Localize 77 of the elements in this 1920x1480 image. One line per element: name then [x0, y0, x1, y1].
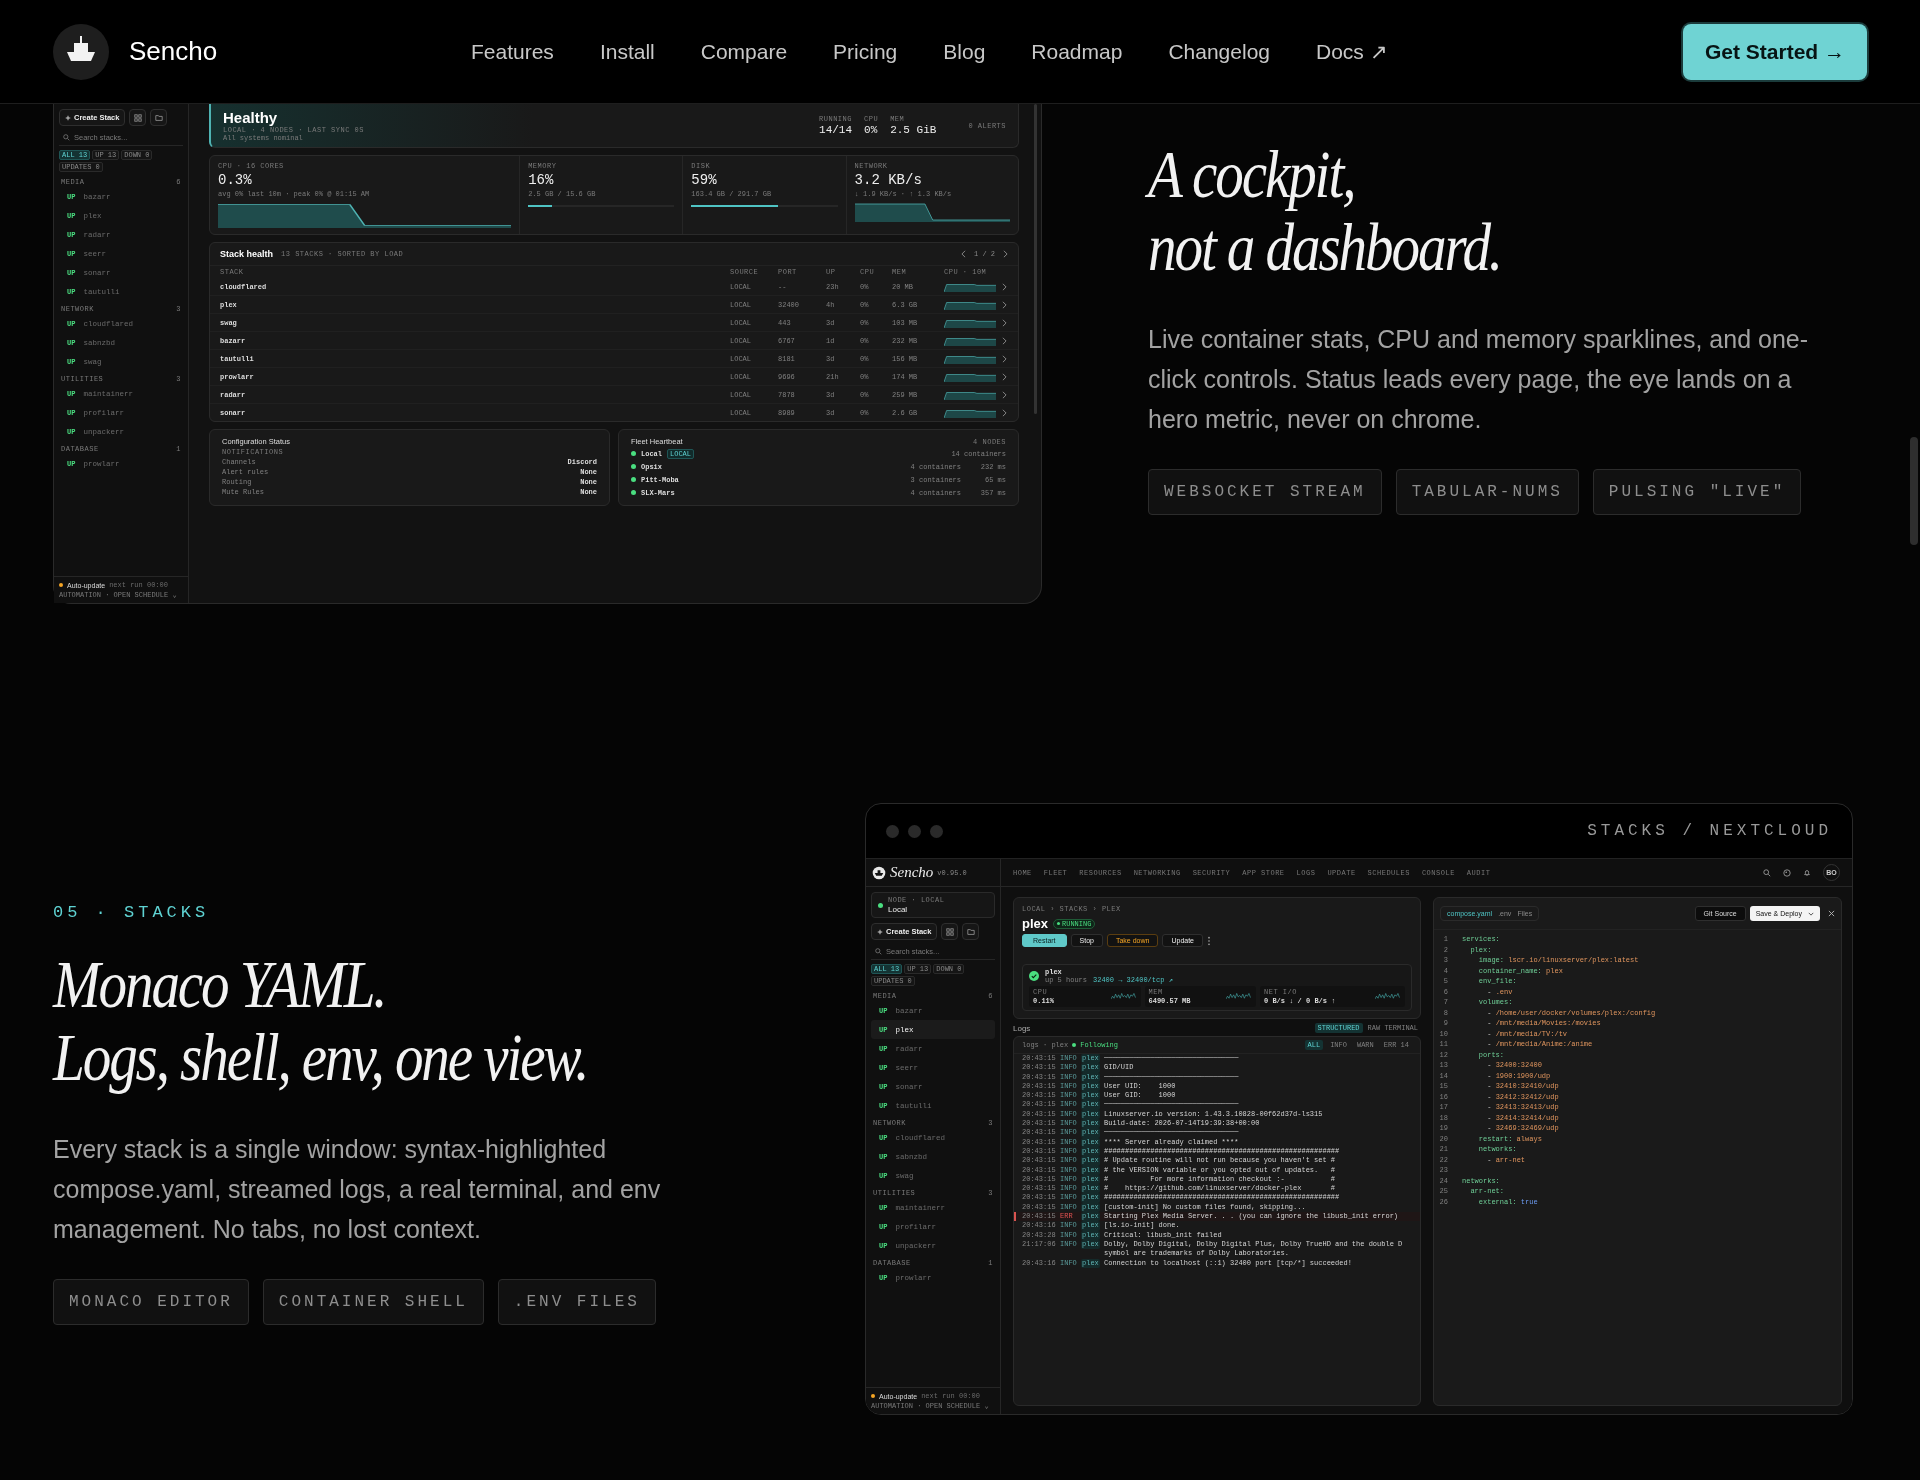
status-dot [631, 477, 636, 482]
cpu-sparkline [944, 281, 996, 292]
section-body: Live container stats, CPU and memory sparklines, and one-click controls. Status leads every page, the eye lands on a hero metric, never on chrome. [1148, 323, 1810, 435]
next-icon[interactable] [1003, 250, 1008, 258]
search-icon[interactable] [1763, 868, 1771, 877]
cpu-sparkline [944, 335, 996, 346]
status-dot [631, 490, 636, 495]
plus-icon [877, 928, 883, 935]
metric-value: 16% [528, 172, 555, 188]
cpu-sparkline [944, 371, 996, 382]
status-dot [631, 464, 636, 469]
feature-tag: PULSING "LIVE" [1592, 468, 1802, 515]
metric-value: 59% [691, 172, 718, 188]
window-title: STACKS / NEXTCLOUD [1587, 822, 1832, 840]
close-icon[interactable] [1828, 910, 1835, 917]
cpu-sparkline [944, 407, 996, 418]
folder-button[interactable] [150, 109, 168, 126]
more-icon[interactable] [1207, 935, 1211, 946]
window-dot[interactable] [930, 824, 943, 838]
grid-icon [133, 113, 142, 122]
stat-value: 0% [864, 124, 879, 136]
section-body: Every stack is a single window: syntax-highlighted compose.yaml, streamed logs, a real terminal, and env management. No tabs, no lost context. [53, 1133, 662, 1245]
app-brand: Sencho [890, 864, 934, 881]
feature-tag: .ENV FILES [497, 1278, 656, 1325]
section-kicker: 05 · STACKS [53, 903, 211, 922]
stat-value: 2.5 GiB [890, 124, 937, 136]
window-dot[interactable] [886, 824, 899, 838]
brand-name[interactable]: Sencho [129, 36, 218, 67]
metric-value: 3.2 KB/s [854, 172, 923, 188]
folder-icon [966, 927, 975, 936]
section-heading: Monaco YAML. Logs, shell, env, one view. [53, 948, 588, 1095]
table-title: Stack health [220, 249, 274, 259]
nav-link[interactable]: Install [599, 39, 655, 64]
stack-name: plex [1022, 916, 1048, 931]
cpu-sparkline [944, 317, 996, 328]
nav-link[interactable]: Changelog [1168, 39, 1270, 64]
folder-button[interactable] [962, 923, 980, 940]
grid-button[interactable] [129, 109, 147, 126]
cpu-sparkline [944, 299, 996, 310]
palette-icon[interactable] [1783, 868, 1791, 877]
scrollbar[interactable] [1910, 437, 1918, 545]
previous-icon[interactable] [961, 250, 966, 258]
status-dot [631, 451, 636, 456]
stat-value: 14/14 [819, 124, 853, 136]
get-started-button[interactable]: Get Started → [1682, 23, 1867, 80]
spike-sparkline [1375, 992, 1401, 1001]
nav-link[interactable]: Compare [700, 39, 788, 64]
health-status: Healthy [223, 109, 278, 126]
window-dot[interactable] [908, 824, 921, 838]
status-dot [1072, 1043, 1077, 1047]
grid-button[interactable] [941, 923, 959, 940]
nav-link[interactable]: Blog [943, 39, 986, 64]
metric-value: 0.3% [218, 172, 253, 188]
search-icon [63, 134, 70, 141]
grid-icon [945, 927, 954, 936]
logo [872, 865, 886, 880]
caret-icon [1808, 911, 1814, 916]
plus-icon [65, 114, 71, 121]
nav-link[interactable]: Docs ↗ [1316, 39, 1388, 64]
logs-title: Logs [1013, 1023, 1031, 1033]
logo [53, 23, 109, 80]
folder-icon [154, 113, 163, 122]
feature-tag: WEBSOCKET STREAM [1148, 468, 1382, 515]
nav-link[interactable]: Roadmap [1031, 39, 1123, 64]
spike-sparkline [1226, 992, 1252, 1001]
check-icon [1029, 971, 1039, 981]
scrollbar[interactable] [1034, 104, 1037, 414]
feature-tag: TABULAR-NUMS [1395, 468, 1579, 515]
nav-link[interactable]: Pricing [833, 39, 898, 64]
nav-link[interactable]: Features [471, 39, 554, 64]
bell-icon[interactable] [1803, 868, 1811, 877]
feature-tag: MONACO EDITOR [53, 1278, 249, 1325]
cpu-sparkline [944, 389, 996, 400]
search-icon [875, 948, 882, 955]
spike-sparkline [1110, 992, 1137, 1001]
feature-tag: CONTAINER SHELL [262, 1278, 484, 1325]
cpu-sparkline [944, 353, 996, 364]
